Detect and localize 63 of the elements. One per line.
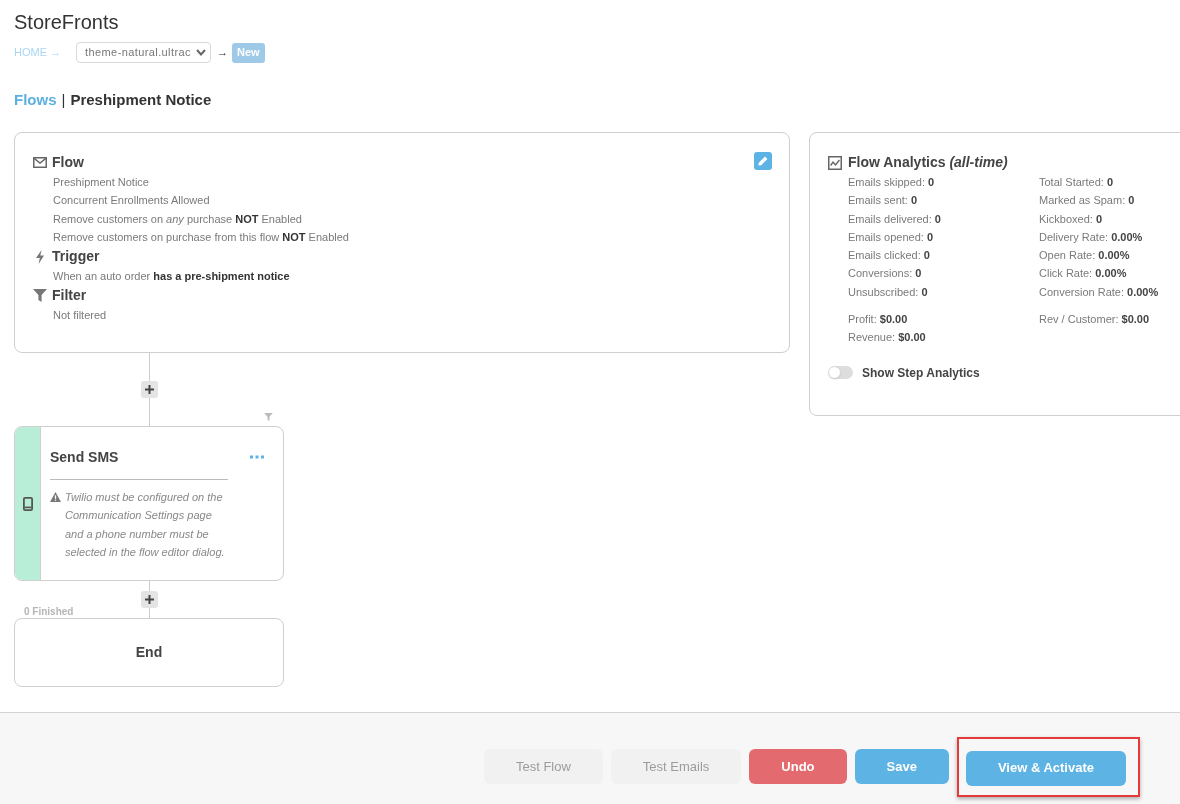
theme-select[interactable]: theme-natural.ultrac — [76, 42, 212, 63]
section-heading: Flow — [52, 153, 84, 172]
analytics-title: Flow Analytics (all-time) — [848, 153, 1008, 172]
stat-text: Conversions: 0 — [848, 266, 922, 282]
action-button[interactable]: View & Activate — [965, 750, 1126, 786]
stat-text: Emails sent: 0 — [848, 193, 918, 209]
edit-button[interactable] — [754, 152, 772, 170]
phone-icon — [22, 496, 33, 511]
lightning-icon — [36, 249, 44, 264]
end-node: End — [14, 618, 284, 687]
warning-icon — [50, 492, 61, 502]
filter-icon — [264, 413, 273, 421]
line-chart-icon — [828, 155, 842, 170]
stat-text: Revenue: $0.00 — [848, 330, 926, 346]
section-heading: Filter — [52, 286, 87, 306]
plus-icon — [144, 595, 154, 604]
step-title: Send SMS — [50, 447, 119, 467]
stat-text: Emails delivered: 0 — [848, 211, 941, 227]
action-button[interactable]: Save — [854, 749, 949, 784]
stat-text: Total Started: 0 — [1039, 175, 1113, 190]
connector-line — [148, 608, 150, 618]
flows-link[interactable]: Flows — [14, 88, 57, 112]
stat-text: Rev / Customer: $0.00 — [1039, 312, 1150, 328]
section-detail: Remove customers on purchase from this flow NOT Enabled — [53, 229, 349, 245]
stat-text: Conversion Rate: 0.00% — [1039, 284, 1159, 300]
step-analytics-toggle[interactable] — [828, 366, 853, 380]
action-button[interactable]: Undo — [749, 749, 847, 784]
envelope-icon — [33, 157, 47, 168]
pencil-icon — [758, 156, 768, 166]
stat-text: Profit: $0.00 — [848, 312, 908, 328]
plus-icon — [144, 385, 154, 394]
stat-text: Emails clicked: 0 — [848, 248, 930, 264]
sms-step-card[interactable]: Send SMS Twilio must be configured on the Communication Settings page and a phone number must be selected in the flow editor dialog. — [14, 426, 284, 581]
status-badge: New — [232, 42, 265, 63]
breadcrumb-arrow: → — [217, 45, 229, 61]
chevron-down-icon — [196, 49, 207, 56]
more-options-icon[interactable] — [250, 455, 264, 459]
section-detail: Preshipment Notice — [53, 175, 149, 190]
connector-line — [148, 581, 150, 591]
add-step-button[interactable] — [140, 381, 158, 398]
home-link[interactable]: HOME → — [14, 44, 62, 61]
stat-text: Marked as Spam: 0 — [1039, 193, 1135, 209]
section-detail: Concurrent Enrollments Allowed — [53, 193, 210, 209]
heading-separator: | — [61, 89, 66, 110]
stat-text: Emails opened: 0 — [848, 229, 933, 245]
stat-text: Unsubscribed: 0 — [848, 284, 928, 300]
stat-text: Click Rate: 0.00% — [1039, 266, 1127, 282]
stat-text: Kickboxed: 0 — [1039, 211, 1102, 227]
filter-icon — [33, 289, 47, 303]
page-title: Preshipment Notice — [70, 89, 212, 110]
stat-text: Emails skipped: 0 — [848, 175, 935, 190]
add-step-button[interactable] — [140, 591, 158, 608]
section-detail: Not filtered — [53, 308, 107, 324]
configuration-warning: Twilio must be configured on the Communication Settings page and a phone number must be selected in the flow editor dialog. — [65, 490, 226, 560]
finished-count: 0 Finished — [24, 606, 74, 617]
stat-text: Delivery Rate: 0.00% — [1039, 229, 1143, 245]
toggle-label: Show Step Analytics — [862, 364, 980, 382]
section-detail: Remove customers on any purchase NOT Enabled — [53, 211, 302, 227]
app-title: StoreFronts — [14, 10, 119, 35]
connector-line — [148, 398, 150, 426]
stat-text: Open Rate: 0.00% — [1039, 248, 1130, 264]
section-heading: Trigger — [52, 247, 100, 267]
section-detail: When an auto order has a pre-shipment notice — [53, 269, 290, 285]
